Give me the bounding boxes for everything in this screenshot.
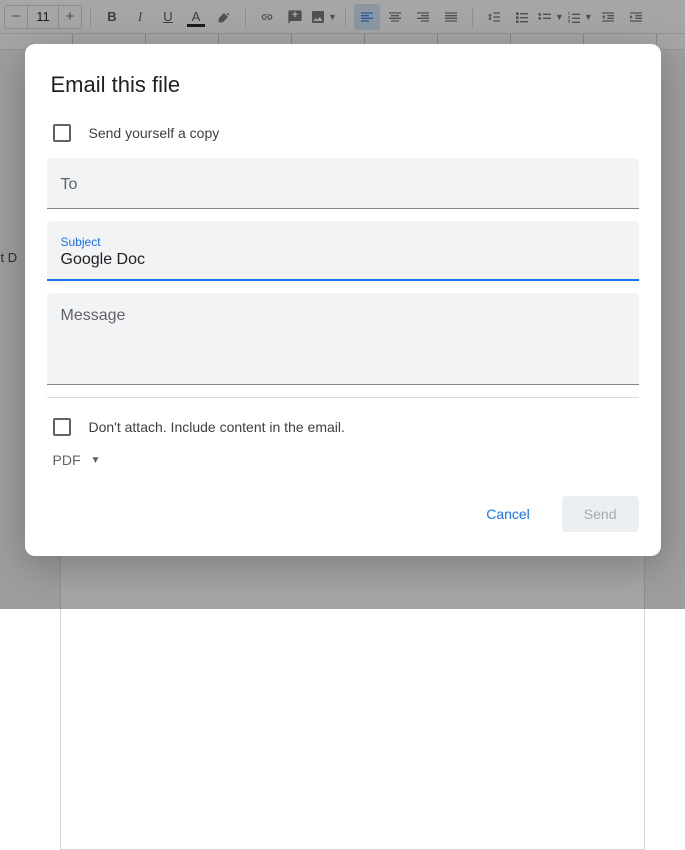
email-file-dialog: Email this file Send yourself a copy To …	[25, 44, 661, 556]
send-copy-row[interactable]: Send yourself a copy	[25, 118, 661, 154]
dialog-divider	[47, 397, 639, 398]
send-label: Send	[584, 506, 617, 522]
format-dropdown[interactable]: PDF ▼	[25, 448, 661, 468]
to-field[interactable]: To	[47, 158, 639, 209]
dont-attach-row[interactable]: Don't attach. Include content in the ema…	[25, 412, 661, 448]
subject-field[interactable]: Subject Google Doc	[47, 221, 639, 281]
dialog-title: Email this file	[25, 66, 661, 118]
message-field[interactable]: Message	[47, 293, 639, 385]
send-copy-label: Send yourself a copy	[89, 125, 220, 141]
message-placeholder: Message	[61, 307, 625, 325]
subject-value: Google Doc	[61, 251, 625, 269]
dont-attach-checkbox[interactable]	[53, 418, 71, 436]
subject-floating-label: Subject	[61, 235, 625, 249]
cancel-label: Cancel	[486, 506, 530, 522]
send-button[interactable]: Send	[562, 496, 639, 532]
to-placeholder: To	[61, 176, 625, 194]
cancel-button[interactable]: Cancel	[464, 496, 552, 532]
send-copy-checkbox[interactable]	[53, 124, 71, 142]
modal-scrim[interactable]: Email this file Send yourself a copy To …	[0, 0, 685, 609]
format-label: PDF	[53, 452, 81, 468]
dialog-actions: Cancel Send	[25, 468, 661, 538]
dont-attach-label: Don't attach. Include content in the ema…	[89, 419, 345, 435]
dropdown-caret-icon: ▼	[91, 455, 101, 466]
